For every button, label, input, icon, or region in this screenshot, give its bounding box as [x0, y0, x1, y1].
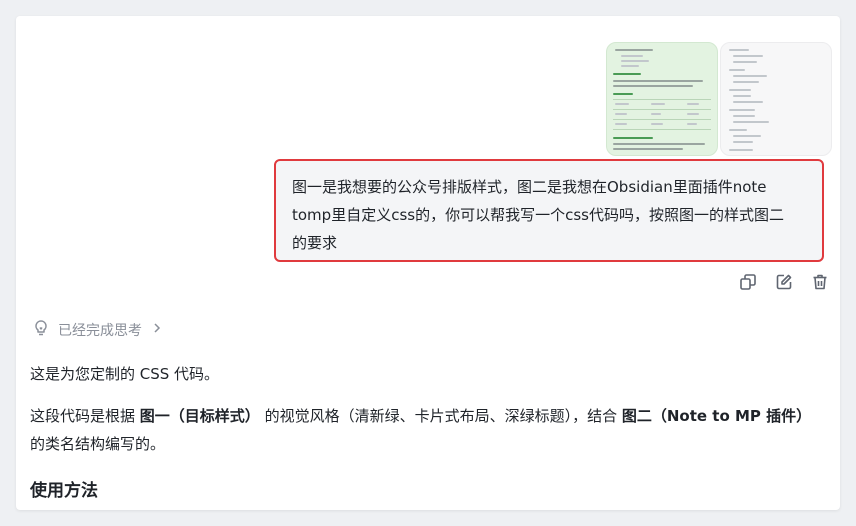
copy-icon[interactable] [738, 272, 758, 292]
message-actions [738, 272, 830, 292]
edit-icon[interactable] [774, 272, 794, 292]
attached-image-1[interactable] [606, 42, 718, 156]
response-paragraph: 这段代码是根据 图一（目标样式） 的视觉风格（清新绿、卡片式布局、深绿标题），结… [30, 402, 830, 458]
chat-panel: 图一是我想要的公众号排版样式，图二是我想在Obsidian里面插件note to… [16, 16, 840, 510]
user-message-bubble: 图一是我想要的公众号排版样式，图二是我想在Obsidian里面插件note to… [274, 159, 824, 262]
response-bold: 图二（Note to MP 插件） [621, 407, 812, 425]
user-message-line: 图一是我想要的公众号排版样式，图二是我想在Obsidian里面插件note [292, 178, 767, 196]
trash-icon[interactable] [810, 272, 830, 292]
user-message-line: 的要求 [292, 234, 338, 252]
response-paragraph: 这是为您定制的 CSS 代码。 [30, 365, 220, 383]
section-heading: 使用方法 [30, 481, 98, 501]
thinking-label: 已经完成思考 [58, 323, 142, 339]
lightbulb-icon [32, 319, 50, 341]
response-text: 的视觉风格（清新绿、卡片式布局、深绿标题），结合 [259, 407, 622, 425]
user-message-line: tomp里自定义css的，你可以帮我写一个css代码吗，按照图一的样式图二 [292, 206, 784, 224]
attached-image-2[interactable] [720, 42, 832, 156]
response-bold: 图一（目标样式） [139, 407, 260, 425]
response-text: 这段代码是根据 [30, 407, 140, 425]
chevron-right-icon [150, 321, 164, 339]
response-text: 的类名结构编写的。 [30, 435, 166, 453]
thinking-toggle[interactable]: 已经完成思考 [32, 319, 164, 341]
